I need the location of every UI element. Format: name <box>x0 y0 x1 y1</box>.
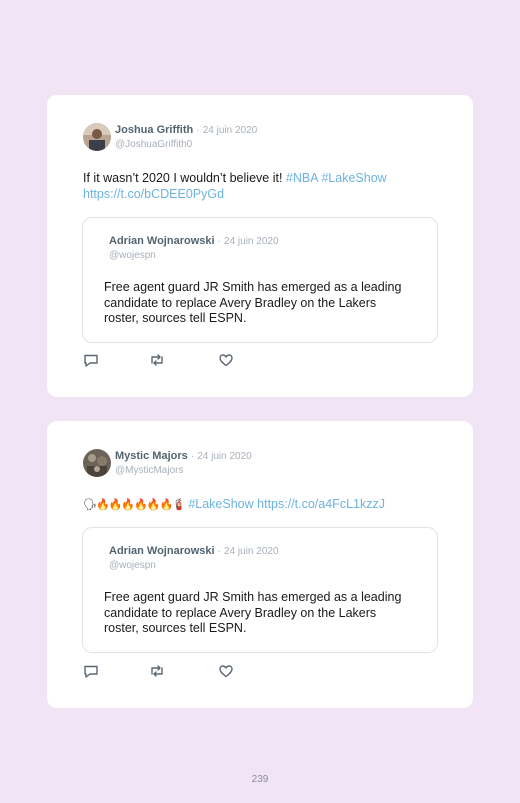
tweet-header: Joshua Griffith · 24 juin 2020 @JoshuaGr… <box>115 124 257 151</box>
like-icon[interactable] <box>218 663 234 679</box>
tweet-url-link[interactable]: https://t.co/bCDEE0PyGd <box>83 187 224 201</box>
separator: · <box>217 236 221 247</box>
quoted-handle[interactable]: @wojespn <box>109 249 279 262</box>
quoted-author-name[interactable]: Adrian Wojnarowski <box>109 545 215 557</box>
retweet-icon[interactable] <box>149 663 165 679</box>
tweet-card: Joshua Griffith · 24 juin 2020 @JoshuaGr… <box>47 95 473 397</box>
quoted-author-name[interactable]: Adrian Wojnarowski <box>109 235 215 247</box>
author-name[interactable]: Mystic Majors <box>115 450 188 462</box>
tweet-url-link[interactable]: https://t.co/a4FcL1kzzJ <box>257 497 385 511</box>
separator: · <box>217 546 221 557</box>
hashtag-link[interactable]: #LakeShow <box>188 497 253 511</box>
separator: · <box>190 451 195 462</box>
author-handle[interactable]: @JoshuaGriffith0 <box>115 138 257 151</box>
avatar[interactable] <box>83 123 111 151</box>
tweet-header: Mystic Majors · 24 juin 2020 @MysticMajo… <box>115 450 252 477</box>
quoted-handle[interactable]: @wojespn <box>109 559 279 572</box>
emoji-sequence: 🗣🔥🔥🔥🔥🔥🔥🧯 <box>83 499 186 511</box>
tweet-body: If it wasn’t 2020 I wouldn’t believe it! <box>83 171 283 185</box>
tweet-text: 🗣🔥🔥🔥🔥🔥🔥🧯 #LakeShow https://t.co/a4FcL1kz… <box>83 496 443 513</box>
reply-icon[interactable] <box>83 352 99 368</box>
tweet-actions <box>83 352 253 368</box>
reply-icon[interactable] <box>83 663 99 679</box>
tweet-card: Mystic Majors · 24 juin 2020 @MysticMajo… <box>47 421 473 708</box>
tweet-text: If it wasn’t 2020 I wouldn’t believe it!… <box>83 170 443 202</box>
page-number: 239 <box>251 774 269 785</box>
quoted-tweet[interactable]: Adrian Wojnarowski · 24 juin 2020 @wojes… <box>82 527 438 653</box>
separator: · <box>196 125 200 136</box>
like-icon[interactable] <box>218 352 234 368</box>
quoted-date[interactable]: 24 juin 2020 <box>224 546 279 557</box>
quoted-text: Free agent guard JR Smith has emerged as… <box>104 590 402 635</box>
tweet-date[interactable]: 24 juin 2020 <box>197 451 252 462</box>
avatar[interactable] <box>83 449 111 477</box>
tweet-date[interactable]: 24 juin 2020 <box>203 125 258 136</box>
quoted-tweet[interactable]: Adrian Wojnarowski · 24 juin 2020 @wojes… <box>82 217 438 343</box>
author-handle[interactable]: @MysticMajors <box>115 464 252 477</box>
author-name[interactable]: Joshua Griffith <box>115 124 193 136</box>
hashtag-link[interactable]: #NBA <box>286 171 318 185</box>
quoted-date[interactable]: 24 juin 2020 <box>224 236 279 247</box>
retweet-icon[interactable] <box>149 352 165 368</box>
tweet-actions <box>83 663 253 679</box>
quoted-text: Free agent guard JR Smith has emerged as… <box>104 280 402 325</box>
hashtag-link[interactable]: #LakeShow <box>321 171 386 185</box>
